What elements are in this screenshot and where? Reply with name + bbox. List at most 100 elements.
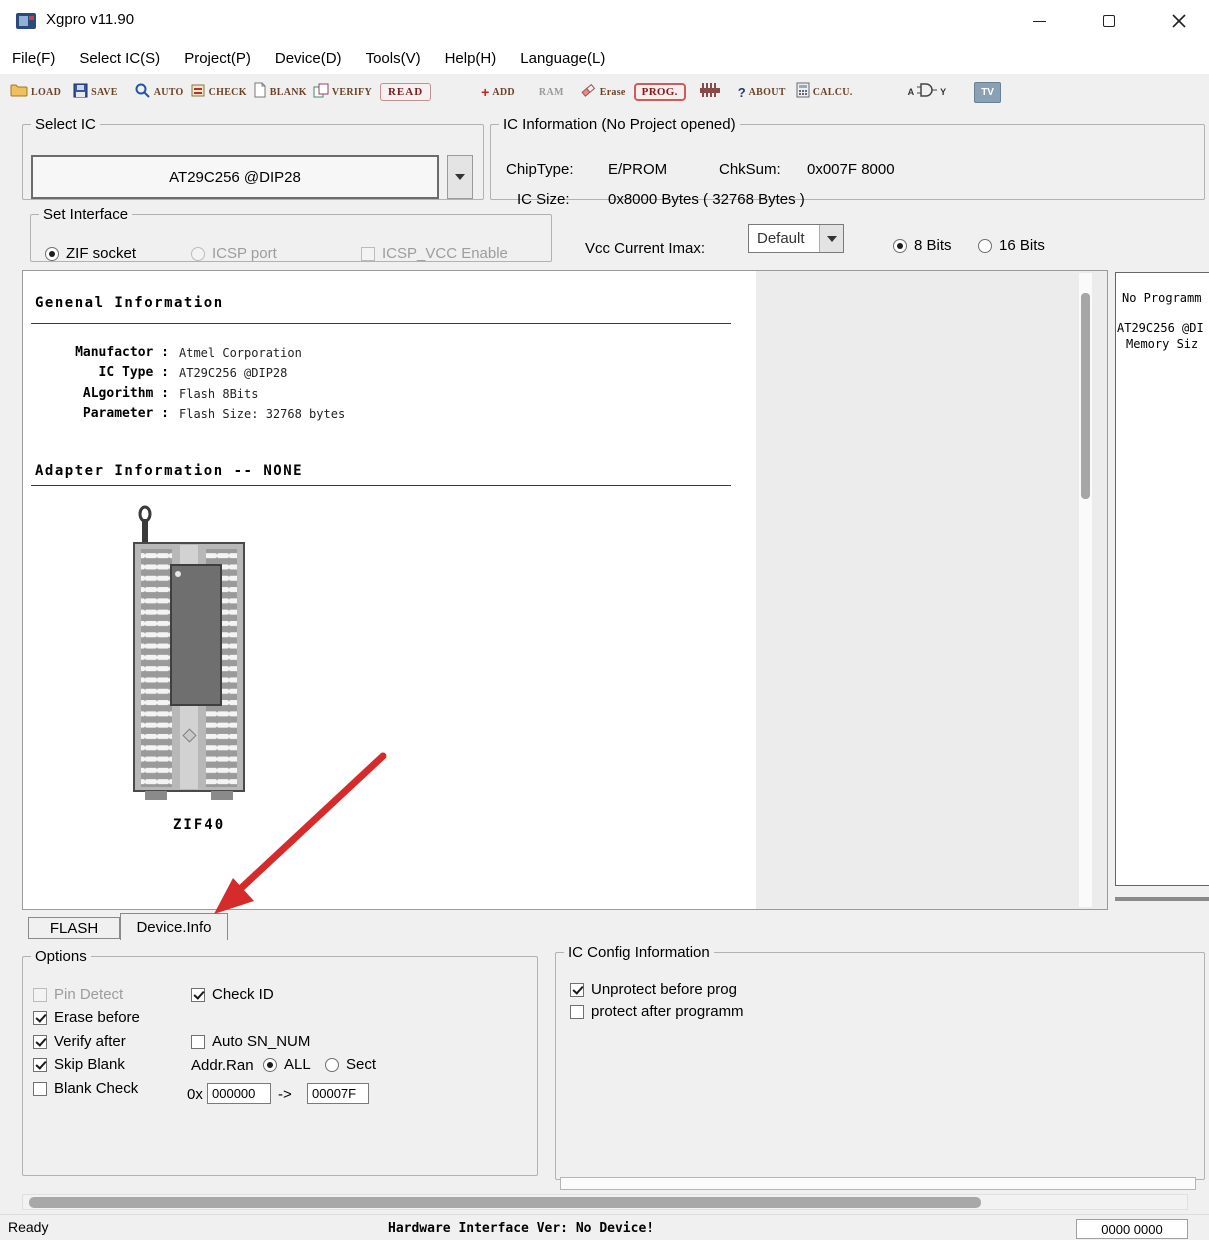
toolbar-prog-button[interactable]: PROG. <box>634 83 686 101</box>
toolbar-verify-button[interactable]: VERIFY <box>313 83 372 102</box>
toolbar-pin-test-button[interactable] <box>698 82 722 102</box>
horizontal-scrollbar[interactable] <box>22 1194 1188 1210</box>
chevron-down-icon <box>455 174 465 180</box>
menu-file[interactable]: File(F) <box>12 50 55 67</box>
toolbar-add-button[interactable]: + ADD <box>481 87 515 98</box>
menu-help[interactable]: Help(H) <box>445 50 497 67</box>
toolbar-read-button[interactable]: READ <box>380 83 431 101</box>
toolbar-blank-button[interactable]: BLANK <box>253 82 307 102</box>
chip-type-value: E/PROM <box>608 161 667 178</box>
8-bits-radio[interactable]: 8 Bits <box>893 237 952 254</box>
vcc-dropdown-button[interactable] <box>819 225 843 252</box>
logic-gate-icon <box>917 82 937 102</box>
algorithm-label: ALgorithm : <box>29 386 169 401</box>
skip-blank-label: Skip Blank <box>54 1056 125 1073</box>
icsp-port-radio: ICSP port <box>191 245 277 262</box>
zif-socket-radio[interactable]: ZIF socket <box>45 245 136 262</box>
config-horizontal-scrollbar[interactable] <box>560 1177 1196 1190</box>
magnifier-icon <box>134 82 151 102</box>
toolbar-check-button[interactable]: CHECK <box>190 83 247 102</box>
options-group-label: Options <box>31 948 91 965</box>
vertical-scrollbar[interactable] <box>1079 273 1092 907</box>
toolbar-load-button[interactable]: LOAD <box>10 83 61 101</box>
minimize-icon <box>1033 21 1046 22</box>
chip-type-label: ChipType: <box>506 161 574 178</box>
auto-sn-checkbox[interactable]: Auto SN_NUM <box>191 1033 310 1050</box>
blank-check-checkbox[interactable]: Blank Check <box>33 1080 138 1097</box>
maximize-button[interactable] <box>1082 0 1136 42</box>
tab-flash[interactable]: FLASH <box>28 917 120 939</box>
16-bits-radio[interactable]: 16 Bits <box>978 237 1045 254</box>
pin-detect-label: Pin Detect <box>54 986 123 1003</box>
vcc-current-select[interactable]: Default <box>748 224 844 253</box>
16-bits-label: 16 Bits <box>999 237 1045 254</box>
adapter-information-title: Adapter Information -- NONE <box>35 463 303 479</box>
radio-icon <box>893 239 907 253</box>
blank-page-icon <box>253 82 267 102</box>
right-panel-scrollbar[interactable] <box>1115 893 1209 905</box>
toolbar-about-button[interactable]: ? ABOUT <box>738 85 786 100</box>
floppy-icon <box>73 83 88 102</box>
manufactor-value: Atmel Corporation <box>179 346 302 360</box>
verify-pages-icon <box>313 83 329 102</box>
toolbar-erase-label: Erase <box>600 87 626 98</box>
status-bar: Ready Hardware Interface Ver: No Device!… <box>0 1214 1209 1240</box>
protect-after-checkbox[interactable]: protect after programm <box>570 1003 744 1020</box>
toolbar-verify-label: VERIFY <box>332 87 372 98</box>
tab-device-info[interactable]: Device.Info <box>120 913 228 940</box>
toolbar-save-label: SAVE <box>91 87 118 98</box>
toolbar-auto-button[interactable]: AUTO <box>134 82 184 102</box>
plus-icon: + <box>481 87 489 97</box>
menu-tools[interactable]: Tools(V) <box>366 50 421 67</box>
verify-after-checkbox[interactable]: Verify after <box>33 1033 126 1050</box>
ic-type-label: IC Type : <box>29 365 169 380</box>
pin-detect-checkbox: Pin Detect <box>33 986 123 1003</box>
scrollbar-thumb[interactable] <box>1115 897 1209 901</box>
addr-range-label: Addr.Ran <box>191 1057 254 1074</box>
options-group: Options Pin Detect Erase before Verify a… <box>22 948 538 1176</box>
menu-select-ic[interactable]: Select IC(S) <box>79 50 160 67</box>
toolbar-ram-label: RAM <box>539 87 564 98</box>
manufactor-label: Manufactor : <box>29 345 169 360</box>
checkbox-icon <box>191 1035 205 1049</box>
device-info-content: Genenal Information Manufactor : Atmel C… <box>23 271 756 909</box>
ic-config-group-label: IC Config Information <box>564 944 714 961</box>
separator-line <box>31 323 731 324</box>
close-button[interactable] <box>1152 0 1206 42</box>
range-end-input[interactable] <box>307 1083 369 1104</box>
programmer-status-panel: No Programm AT29C256 @DI Memory Siz <box>1115 272 1209 886</box>
toolbar-load-label: LOAD <box>31 87 61 98</box>
scrollbar-thumb[interactable] <box>29 1197 981 1208</box>
unprotect-before-checkbox[interactable]: Unprotect before prog <box>570 981 737 998</box>
icsp-vcc-label: ICSP_VCC Enable <box>382 245 508 262</box>
range-start-input[interactable] <box>207 1083 271 1104</box>
ic-select-dropdown-button[interactable] <box>447 155 473 199</box>
toolbar-add-label: ADD <box>492 87 515 98</box>
scrollbar-thumb[interactable] <box>1081 293 1090 499</box>
menu-language[interactable]: Language(L) <box>520 50 605 67</box>
minimize-button[interactable] <box>1012 0 1066 42</box>
check-id-checkbox[interactable]: Check ID <box>191 986 274 1003</box>
menu-project[interactable]: Project(P) <box>184 50 251 67</box>
chip-id-icon <box>190 83 206 102</box>
erase-before-checkbox[interactable]: Erase before <box>33 1009 140 1026</box>
checkbox-icon <box>33 1058 47 1072</box>
ic-information-group-label: IC Information (No Project opened) <box>499 116 740 133</box>
toolbar-calculator-button[interactable]: CALCU. <box>796 82 853 102</box>
toolbar-erase-button[interactable]: Erase <box>580 82 626 102</box>
menu-device[interactable]: Device(D) <box>275 50 342 67</box>
toolbar-tv-button[interactable]: TV <box>974 82 1001 103</box>
toolbar-save-button[interactable]: SAVE <box>73 83 118 102</box>
ic-select-box[interactable]: AT29C256 @DIP28 <box>31 155 439 199</box>
protect-after-label: protect after programm <box>591 1003 744 1020</box>
device-name-line: AT29C256 @DI <box>1117 321 1204 335</box>
set-interface-group-label: Set Interface <box>39 206 132 223</box>
toolbar-auto-label: AUTO <box>154 87 184 98</box>
toolbar-read-label: READ <box>388 86 423 98</box>
skip-blank-checkbox[interactable]: Skip Blank <box>33 1056 125 1073</box>
icsp-port-label: ICSP port <box>212 245 277 262</box>
toolbar-ram-button[interactable]: RAM <box>539 87 564 98</box>
addr-all-radio[interactable]: ALL <box>263 1056 311 1073</box>
addr-sect-radio[interactable]: Sect <box>325 1056 376 1073</box>
toolbar-logic-test-button[interactable]: A Y <box>908 82 947 102</box>
